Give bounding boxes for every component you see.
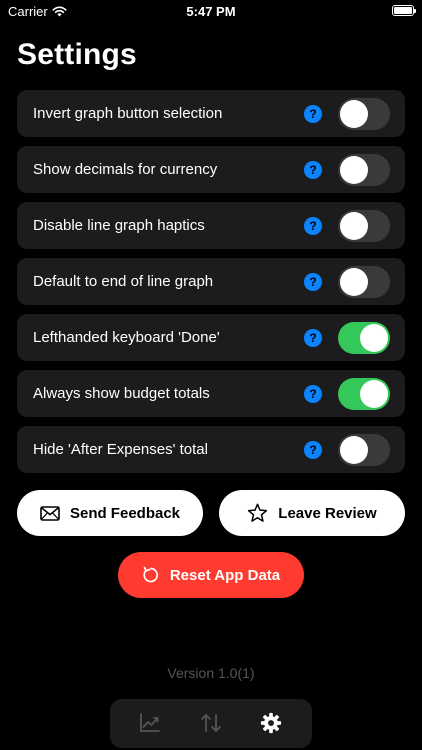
reset-app-data-button[interactable]: Reset App Data (118, 552, 304, 598)
battery-icon (392, 5, 416, 16)
tab-chart[interactable] (138, 711, 162, 735)
toggle-knob (340, 212, 368, 240)
toggle-knob (340, 100, 368, 128)
setting-row-hide-after-expenses: Hide 'After Expenses' total ? (17, 426, 405, 473)
setting-label: Hide 'After Expenses' total (33, 441, 208, 458)
envelope-icon (40, 505, 60, 521)
toggle-switch[interactable] (338, 378, 390, 410)
help-icon[interactable]: ? (304, 161, 322, 179)
tab-bar (110, 699, 312, 748)
setting-label: Always show budget totals (33, 385, 210, 402)
setting-label: Show decimals for currency (33, 161, 218, 178)
send-feedback-button[interactable]: Send Feedback (17, 490, 203, 536)
setting-label: Invert graph button selection (33, 105, 223, 122)
help-icon[interactable]: ? (304, 217, 322, 235)
reset-arrow-icon (143, 566, 158, 583)
page-title: Settings (17, 38, 137, 71)
toggle-switch[interactable] (338, 266, 390, 298)
toggle-switch[interactable] (338, 154, 390, 186)
version-label: Version 1.0(1) (167, 665, 255, 681)
leave-review-button[interactable]: Leave Review (219, 490, 405, 536)
send-feedback-label: Send Feedback (69, 504, 181, 522)
setting-label: Lefthanded keyboard 'Done' (33, 329, 220, 346)
toggle-knob (340, 268, 368, 296)
toggle-switch[interactable] (338, 434, 390, 466)
toggle-knob (340, 156, 368, 184)
leave-review-label: Leave Review (278, 504, 377, 522)
toggle-knob (360, 380, 388, 408)
setting-label: Disable line graph haptics (33, 217, 205, 234)
setting-label: Default to end of line graph (33, 273, 214, 290)
help-icon[interactable]: ? (304, 441, 322, 459)
star-icon (248, 503, 268, 522)
toggle-switch[interactable] (338, 322, 390, 354)
help-icon[interactable]: ? (304, 385, 322, 403)
status-bar: Carrier 5:47 PM (0, 0, 422, 24)
transfer-arrows-icon (201, 714, 221, 732)
tab-settings[interactable] (259, 711, 283, 735)
tab-transfer[interactable] (199, 711, 223, 735)
chart-line-icon (140, 713, 160, 732)
status-time: 5:47 PM (186, 4, 236, 19)
setting-row-lefthanded-done: Lefthanded keyboard 'Done' ? (17, 314, 405, 361)
settings-list: Invert graph button selection ? Show dec… (17, 90, 405, 482)
setting-row-budget-totals: Always show budget totals ? (17, 370, 405, 417)
setting-row-show-decimals: Show decimals for currency ? (17, 146, 405, 193)
setting-row-default-end: Default to end of line graph ? (17, 258, 405, 305)
help-icon[interactable]: ? (304, 273, 322, 291)
gear-icon (260, 712, 282, 734)
toggle-knob (360, 324, 388, 352)
help-icon[interactable]: ? (304, 105, 322, 123)
toggle-switch[interactable] (338, 210, 390, 242)
setting-row-invert-graph: Invert graph button selection ? (17, 90, 405, 137)
setting-row-disable-haptics: Disable line graph haptics ? (17, 202, 405, 249)
reset-app-data-label: Reset App Data (169, 566, 281, 584)
toggle-knob (340, 436, 368, 464)
toggle-switch[interactable] (338, 98, 390, 130)
help-icon[interactable]: ? (304, 329, 322, 347)
action-row: Send Feedback Leave Review (17, 490, 405, 536)
